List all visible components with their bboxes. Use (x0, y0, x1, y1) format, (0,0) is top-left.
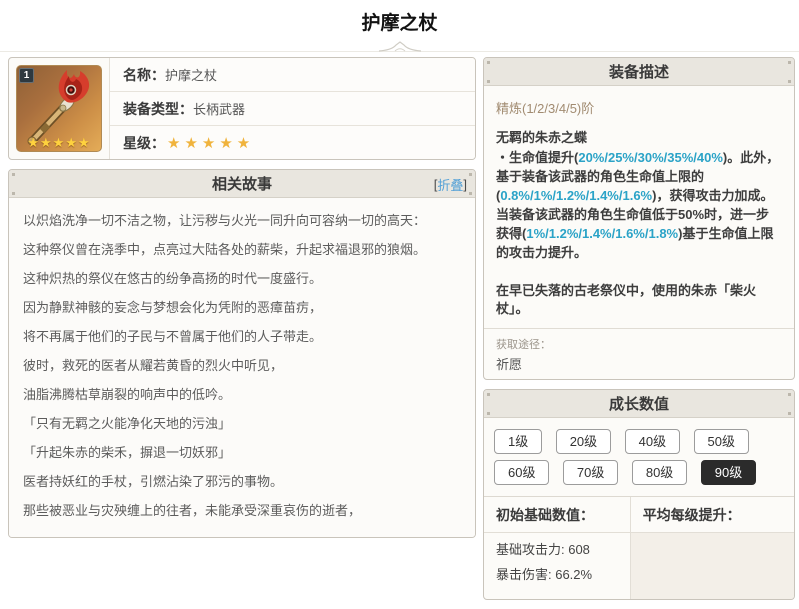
story-collapse-control: [ 折叠 ] (434, 170, 467, 198)
weapon-rarity-label: 星级： (123, 134, 165, 151)
weapon-count-badge: 1 (19, 68, 34, 83)
level-selector: 1级 20级 40级 50级 60级 70级 80级 90级 (494, 425, 784, 491)
story-paragraph: 以炽焰洗净一切不洁之物，让污秽与火光一同升向可容纳一切的高天： (23, 213, 427, 228)
story-paragraph: 彼时，救死的医者从耀若黄昏的烈火中听见， (23, 358, 284, 373)
page-title: 护摩之杖 (361, 13, 438, 34)
source-label: 获取途径： (496, 339, 551, 351)
weapon-thumbnail: 1 ★★★★★ (16, 65, 102, 152)
level-button-80[interactable]: 80级 (631, 460, 688, 485)
weapon-thumbnail-cell: 1 ★★★★★ (9, 58, 110, 159)
refine-rank-label: 精炼(1/2/3/4/5)阶 (496, 101, 595, 116)
weapon-name-label: 名称： (123, 66, 165, 83)
level-button-70[interactable]: 70级 (562, 460, 619, 485)
level-button-90-selected[interactable]: 90级 (700, 460, 757, 485)
desc-divider (484, 328, 794, 329)
story-card: 相关故事 [ 折叠 ] 以炽焰洗净一切不洁之物，让污秽与火光一同升向可容纳一切的… (8, 169, 476, 538)
title-divider (0, 39, 799, 52)
base-stats-header: 初始基础数值： (496, 507, 594, 523)
story-paragraph: 油脂沸腾枯草崩裂的响声中的低吟。 (23, 387, 232, 402)
base-stats-cell: 基础攻击力: 608 暴击伤害: 66.2% (484, 532, 630, 599)
content-columns: 1 ★★★★★ 名称： 护摩之杖 装备类型： 长柄武器 星级： ★★★★★ 相关… (0, 52, 799, 609)
weapon-type-label: 装备类型： (123, 100, 193, 117)
avg-gain-header: 平均每级提升： (629, 497, 794, 532)
weapon-name-row: 名称： 护摩之杖 (110, 58, 475, 92)
story-paragraph: 医者持妖红的手杖，引燃沾染了邪污的事物。 (23, 474, 284, 489)
flavor-text: 在早已失落的古老祭仪中，使用的朱赤「柴火杖」。 (496, 283, 757, 316)
equip-desc-body: 精炼(1/2/3/4/5)阶 无羁的朱赤之蝶 ・生命值提升(20%/25%/30… (484, 86, 794, 379)
growth-body: 1级 20级 40级 50级 60级 70级 80级 90级 初始基础数值： 平… (484, 418, 794, 599)
level-button-1[interactable]: 1级 (494, 429, 543, 454)
level-button-20[interactable]: 20级 (555, 429, 612, 454)
passive-name: 无羁的朱赤之蝶 (496, 130, 588, 145)
left-column: 1 ★★★★★ 名称： 护摩之杖 装备类型： 长柄武器 星级： ★★★★★ 相关… (8, 57, 476, 547)
equip-desc-card: 装备描述 精炼(1/2/3/4/5)阶 无羁的朱赤之蝶 ・生命值提升(20%/2… (483, 57, 795, 380)
weapon-info-card: 1 ★★★★★ 名称： 护摩之杖 装备类型： 长柄武器 星级： ★★★★★ (8, 57, 476, 160)
crit-dmg-stat: 暴击伤害: 66.2% (496, 567, 593, 582)
growth-card-header: 成长数值 (484, 390, 794, 418)
story-body: 以炽焰洗净一切不洁之物，让污秽与火光一同升向可容纳一切的高天： 这种祭仪曾在浇季… (9, 198, 475, 537)
growth-card: 成长数值 1级 20级 40级 50级 60级 70级 80级 90级 初始基础… (483, 389, 795, 600)
weapon-rarity-row: 星级： ★★★★★ (110, 126, 475, 159)
stats-table: 初始基础数值： 平均每级提升： 基础攻击力: 608 暴击伤害: 66.2% (484, 496, 794, 599)
collapse-link[interactable]: 折叠 (437, 175, 463, 194)
story-card-header: 相关故事 [ 折叠 ] (9, 170, 475, 198)
story-paragraph: 这种炽热的祭仪在悠古的纷争高扬的时代一度盛行。 (23, 271, 323, 286)
base-atk-stat: 基础攻击力: 608 (496, 542, 590, 557)
equip-desc-title: 装备描述 (608, 64, 669, 81)
level-button-60[interactable]: 60级 (494, 460, 550, 485)
level-button-50[interactable]: 50级 (693, 429, 749, 454)
story-card-title: 相关故事 (211, 176, 272, 193)
divider-ornament-icon (378, 41, 421, 52)
level-button-40[interactable]: 40级 (624, 429, 681, 454)
story-paragraph: 这种祭仪曾在浇季中，点亮过大陆各处的薪柴，升起求福退邪的狼烟。 (23, 242, 427, 257)
weapon-attribute-rows: 名称： 护摩之杖 装备类型： 长柄武器 星级： ★★★★★ (110, 58, 475, 159)
story-paragraph: 「升起朱赤的柴禾，摒退一切妖邪」 (23, 445, 232, 460)
equip-desc-header: 装备描述 (484, 58, 794, 86)
page-root: 护摩之杖 1 ★★★★★ 名称： 护摩之杖 装备类型： 长柄武器 星级： ★★★… (0, 0, 799, 600)
story-paragraph: 将不再属于他们的子民与不曾属于他们的人子带走。 (23, 329, 323, 344)
right-column: 装备描述 精炼(1/2/3/4/5)阶 无羁的朱赤之蝶 ・生命值提升(20%/2… (483, 57, 795, 609)
growth-card-title: 成长数值 (608, 396, 669, 413)
story-paragraph: 那些被恶业与灾殃缠上的往者，未能承受深重哀伤的逝者， (23, 503, 362, 518)
weapon-rarity-stars: ★★★★★ (167, 134, 255, 152)
story-paragraph: 「只有无羁之火能净化天地的污浊」 (23, 416, 232, 431)
story-paragraph: 因为静默神骸的妄念与梦想会化为凭附的恶瘴苗疠， (23, 300, 323, 315)
passive-description: ・生命值提升(20%/25%/30%/35%/40%)。此外，基于装备该武器的角… (496, 150, 780, 260)
thumbnail-rarity-stars: ★★★★★ (27, 135, 91, 150)
source-value: 祈愿 (496, 357, 523, 372)
weapon-name-value: 护摩之杖 (165, 68, 218, 83)
avg-gain-cell (629, 532, 794, 599)
collapse-bracket-close: ] (463, 176, 467, 192)
weapon-type-row: 装备类型： 长柄武器 (110, 92, 475, 126)
weapon-type-value: 长柄武器 (193, 102, 246, 117)
